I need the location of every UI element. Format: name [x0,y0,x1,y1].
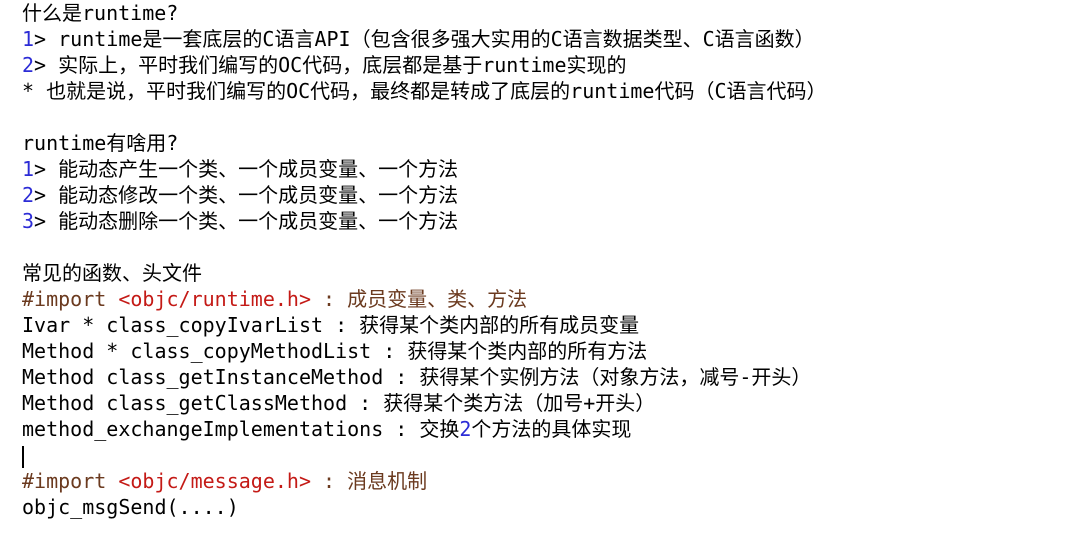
import-header: <objc/message.h> [118,469,311,493]
line-14: Method * class_copyMethodList : 获得某个类内部的… [22,338,1078,364]
line-text: > 能动态产生一个类、一个成员变量、一个方法 [34,157,459,181]
line-text: * 也就是说，平时我们编写的OC代码，最终都是转成了底层的runtime代码（C… [22,79,827,103]
line-text: Method class_getClassMethod : 获得某个类方法（加号… [22,391,656,415]
line-16: Method class_getClassMethod : 获得某个类方法（加号… [22,390,1078,416]
line-8: 2> 能动态修改一个类、一个成员变量、一个方法 [22,182,1078,208]
line-6: runtime有啥用? [22,130,1078,156]
line-11: 常见的函数、头文件 [22,260,1078,286]
line-number-literal: 2 [22,183,35,207]
line-text: > runtime是一套底层的C语言API（包含很多强大实用的C语言数据类型、C… [34,27,815,51]
line-number-literal: 1 [22,27,35,51]
text-caret [22,445,24,468]
line-number-literal: 2 [22,53,35,77]
line-text: Ivar * class_copyIvarList : 获得某个类内部的所有成员… [22,313,640,337]
line-3: 2> 实际上，平时我们编写的OC代码，底层都是基于runtime实现的 [22,52,1078,78]
line-10-empty [22,234,1078,260]
line-number-literal: 2 [459,417,472,441]
line-17: method_exchangeImplementations : 交换2个方法的… [22,416,1078,442]
line-15: Method class_getInstanceMethod : 获得某个实例方… [22,364,1078,390]
line-text: runtime有啥用? [22,131,179,155]
line-5-empty [22,104,1078,130]
line-text: Method * class_copyMethodList : 获得某个类内部的… [22,339,648,363]
line-text: > 实际上，平时我们编写的OC代码，底层都是基于runtime实现的 [34,53,627,77]
line-text: > 能动态修改一个类、一个成员变量、一个方法 [34,183,459,207]
line-text: method_exchangeImplementations : 交换 [22,417,460,441]
line-comment: : 消息机制 [311,469,428,493]
import-header: <objc/runtime.h> [118,287,311,311]
line-1: 什么是runtime? [22,0,1078,26]
line-2: 1> runtime是一套底层的C语言API（包含很多强大实用的C语言数据类型、… [22,26,1078,52]
line-12: #import <objc/runtime.h> : 成员变量、类、方法 [22,286,1078,312]
line-number-literal: 3 [22,209,35,233]
line-text: 什么是runtime? [22,1,179,25]
line-9: 3> 能动态删除一个类、一个成员变量、一个方法 [22,208,1078,234]
line-text: 个方法的具体实现 [471,417,632,441]
line-20: objc_msgSend(....) [22,494,1078,520]
line-text: 常见的函数、头文件 [22,261,202,285]
line-4: * 也就是说，平时我们编写的OC代码，最终都是转成了底层的runtime代码（C… [22,78,1078,104]
line-19: #import <objc/message.h> : 消息机制 [22,468,1078,494]
line-text: Method class_getInstanceMethod : 获得某个实例方… [22,365,812,389]
import-directive: #import [22,469,107,493]
line-text: > 能动态删除一个类、一个成员变量、一个方法 [34,209,459,233]
line-18-caret[interactable] [22,442,1078,468]
line-13: Ivar * class_copyIvarList : 获得某个类内部的所有成员… [22,312,1078,338]
line-text: objc_msgSend(....) [22,495,239,519]
import-directive: #import [22,287,107,311]
text-editor[interactable]: 什么是runtime? 1> runtime是一套底层的C语言API（包含很多强… [22,0,1078,546]
line-comment: : 成员变量、类、方法 [311,287,528,311]
line-number-literal: 1 [22,157,35,181]
line-7: 1> 能动态产生一个类、一个成员变量、一个方法 [22,156,1078,182]
